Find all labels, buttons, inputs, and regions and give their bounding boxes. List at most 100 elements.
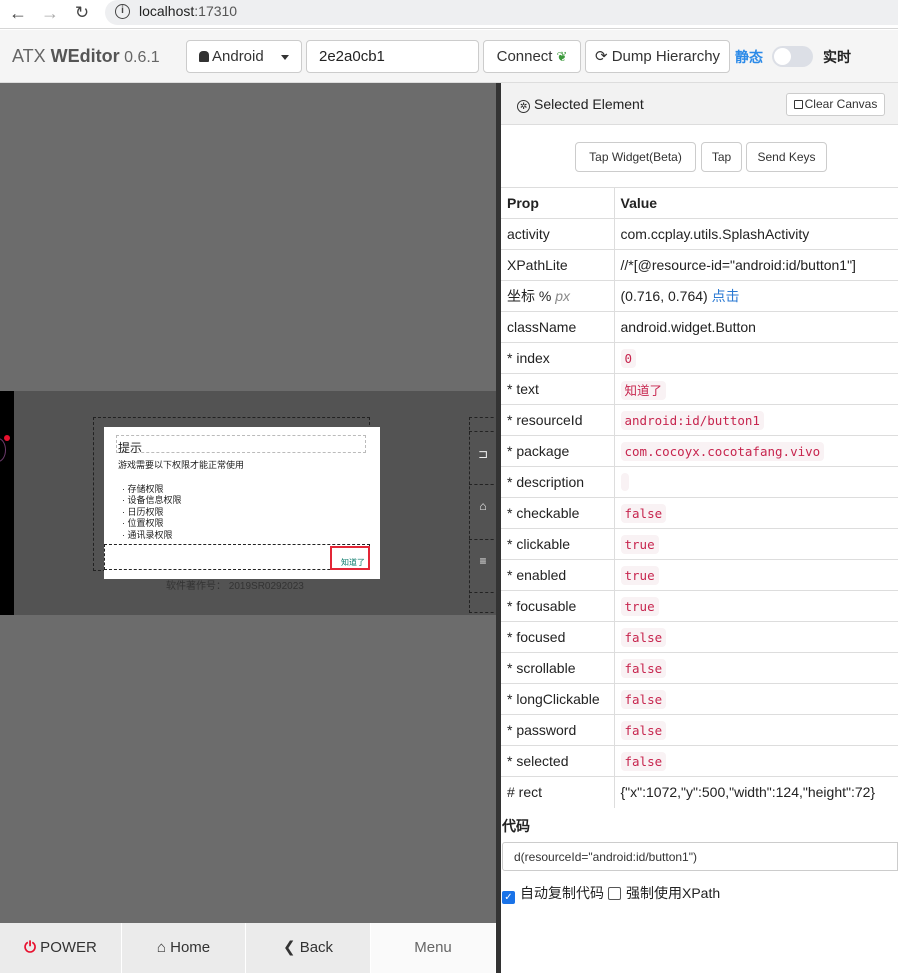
force-xpath-label: 强制使用XPath <box>626 885 721 901</box>
table-row: * longClickable false <box>501 683 898 715</box>
toggle-knob <box>774 48 791 65</box>
code-options: ✓ 自动复制代码 强制使用XPath <box>502 883 720 904</box>
live-mode-toggle[interactable] <box>772 46 813 67</box>
prop-name: activity <box>501 218 615 250</box>
device-controls: ⏻ POWER ⌂ Home ❮ Back Menu <box>0 923 496 973</box>
chevron-left-icon: ❮ <box>282 939 296 956</box>
dialog-ok-button-selected[interactable]: 知道了 <box>330 546 370 570</box>
prop-value: false <box>620 752 667 771</box>
prop-value: //*[@resource-id="android:id/button1"] <box>614 249 898 281</box>
dialog-title: 提示 <box>118 441 143 455</box>
address-bar[interactable]: i localhost:17310 <box>105 0 898 25</box>
inspector-title: ✲ Selected Element <box>517 96 644 113</box>
dialog-message-text: 游戏需要以下权限才能正常使用 <box>118 460 245 470</box>
column-header-value: Value <box>614 187 898 219</box>
prop-name: * password <box>501 714 615 746</box>
dialog-message: 游戏需要以下权限才能正常使用 · 存储权限 · 设备信息权限 · 日历权限 · … <box>118 460 244 541</box>
prop-name: * text <box>501 373 615 405</box>
table-row: * focusable true <box>501 590 898 622</box>
back-label: Back <box>295 939 334 956</box>
brand-name: WEditor <box>50 46 120 66</box>
home-button[interactable]: ⌂ Home <box>122 923 246 973</box>
home-nav-icon[interactable]: ⌂ <box>473 499 493 513</box>
prop-value: true <box>620 597 659 616</box>
column-header-prop: Prop <box>501 187 615 219</box>
connect-button[interactable]: Connect ❦ <box>483 40 581 73</box>
prop-value: 0 <box>620 349 637 368</box>
square-icon <box>793 100 803 109</box>
inspector-title-text: Selected Element <box>534 96 644 112</box>
prop-name: * selected <box>501 745 615 777</box>
prop-value <box>620 473 629 492</box>
table-row: XPathLite //*[@resource-id="android:id/b… <box>501 249 898 281</box>
url-host: localhost <box>139 3 195 19</box>
prop-value: {"x":1072,"y":500,"width":124,"height":7… <box>614 776 898 808</box>
prop-value: android.widget.Button <box>614 311 898 343</box>
click-link[interactable]: 点击 <box>712 288 740 304</box>
home-label: Home <box>165 939 211 956</box>
table-row: * selected false <box>501 745 898 777</box>
prop-name: # rect <box>501 776 615 808</box>
code-label: 代码 <box>502 818 530 834</box>
prop-name: * resourceId <box>501 404 615 436</box>
table-row: * checkable false <box>501 497 898 529</box>
tap-button[interactable]: Tap <box>701 142 742 172</box>
power-label: POWER <box>36 939 97 956</box>
dump-label: Dump Hierarchy <box>611 48 721 65</box>
prop-value: android:id/button1 <box>620 411 764 430</box>
clear-canvas-label: Clear Canvas <box>804 97 878 111</box>
menu-nav-icon[interactable]: ≡ <box>473 554 493 568</box>
device-serial-input[interactable] <box>306 40 479 73</box>
px-toggle[interactable]: px <box>555 288 570 304</box>
prop-value: false <box>620 504 667 523</box>
clear-canvas-button[interactable]: Clear Canvas <box>786 93 885 116</box>
table-row: className android.widget.Button <box>501 311 898 343</box>
prop-value: false <box>620 721 667 740</box>
prop-name: * clickable <box>501 528 615 560</box>
info-icon[interactable]: i <box>115 4 130 19</box>
prop-value: com.cocoyx.cocotafang.vivo <box>620 442 825 461</box>
app-version: 0.6.1 <box>119 49 160 66</box>
dump-hierarchy-button[interactable]: ⟳ Dump Hierarchy <box>585 40 730 73</box>
device-screenshot[interactable]: 提示 游戏需要以下权限才能正常使用 · 存储权限 · 设备信息权限 · 日历权限… <box>0 391 499 615</box>
platform-selected: Android <box>212 48 264 65</box>
permission-item: · 设备信息权限 <box>122 495 182 505</box>
power-button[interactable]: ⏻ POWER <box>0 923 122 973</box>
prop-value: false <box>620 690 667 709</box>
table-row: * clickable true <box>501 528 898 560</box>
forward-arrow-icon[interactable]: → <box>39 2 61 24</box>
prop-name: * longClickable <box>501 683 615 715</box>
device-screen-panel: 提示 游戏需要以下权限才能正常使用 · 存储权限 · 设备信息权限 · 日历权限… <box>0 83 499 923</box>
platform-select[interactable]: Android <box>186 40 302 73</box>
inspector-header: ✲ Selected Element Clear Canvas <box>501 83 898 125</box>
permission-item: · 位置权限 <box>122 518 164 528</box>
leaf-icon: ❦ <box>556 49 568 64</box>
coord-label: 坐标 % <box>507 288 556 304</box>
recent-apps-icon[interactable]: ⊐ <box>473 447 493 461</box>
send-keys-button[interactable]: Send Keys <box>746 142 827 172</box>
auto-copy-checkbox[interactable]: ✓ <box>502 891 515 904</box>
prop-value: true <box>620 566 659 585</box>
permission-item: · 存储权限 <box>122 483 164 494</box>
red-dot <box>4 435 10 441</box>
power-icon: ⏻ <box>24 939 37 956</box>
force-xpath-checkbox[interactable] <box>608 887 621 900</box>
prop-name: * enabled <box>501 559 615 591</box>
url-port: :17310 <box>194 3 238 19</box>
prop-name: * index <box>501 342 615 374</box>
browser-toolbar: ← → ↻ i localhost:17310 <box>0 0 898 29</box>
auto-copy-label: 自动复制代码 <box>520 885 604 901</box>
table-row: * password false <box>501 714 898 746</box>
prop-name: * checkable <box>501 497 615 529</box>
prop-value: true <box>620 535 659 554</box>
game-graphic <box>0 438 6 462</box>
back-arrow-icon[interactable]: ← <box>7 2 29 24</box>
code-input[interactable] <box>502 842 898 871</box>
copyright-text: 软件著作号： 2019SR0292023 <box>166 581 304 592</box>
prop-value: 知道了 <box>620 380 667 400</box>
back-button[interactable]: ❮ Back <box>246 923 371 973</box>
reload-icon[interactable]: ↻ <box>71 2 93 24</box>
app-header: ATX WEditor 0.6.1 Android Connect❦ ⟳ Dum… <box>0 30 898 83</box>
tap-widget-button[interactable]: Tap Widget(Beta) <box>575 142 696 172</box>
menu-button[interactable]: Menu <box>371 923 496 973</box>
